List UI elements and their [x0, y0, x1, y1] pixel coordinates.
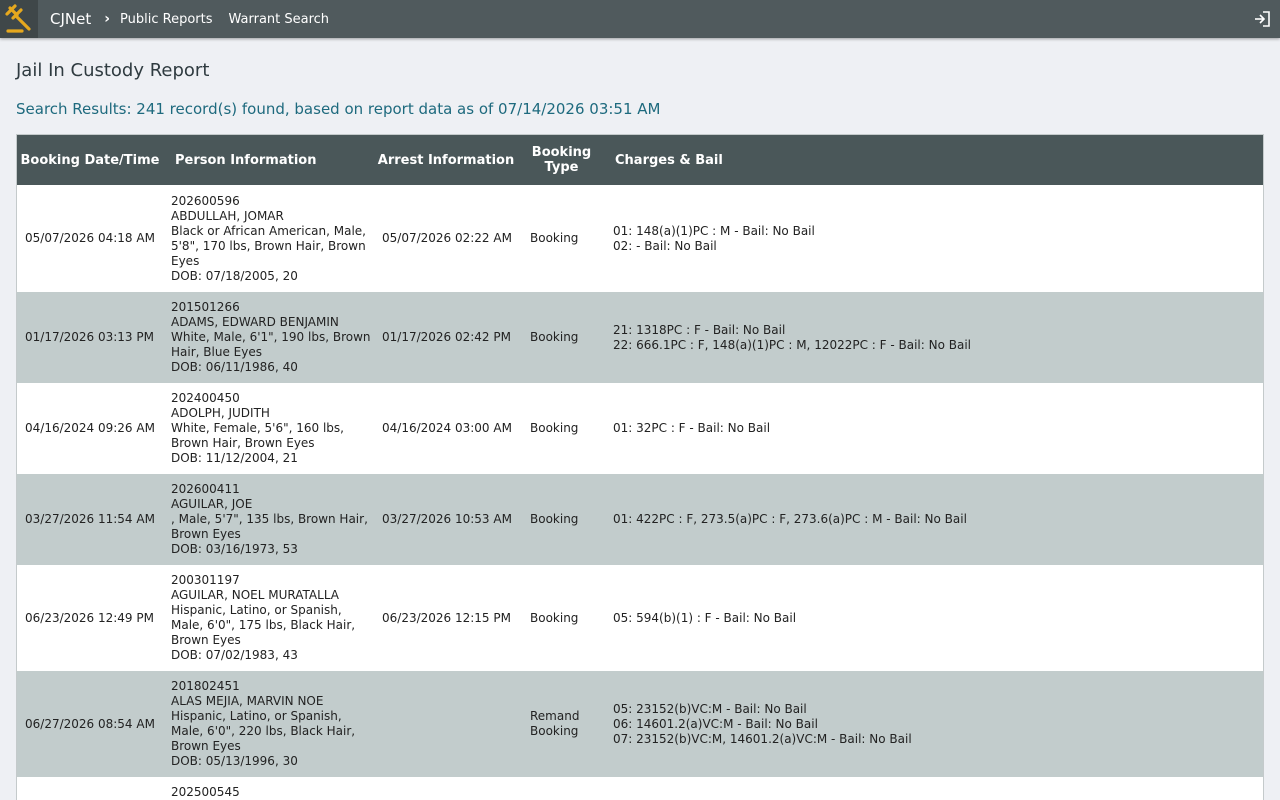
person-information-cell: 201501266 ADAMS, EDWARD BENJAMIN White, Ma…	[163, 292, 374, 383]
charge-line: 02: - Bail: No Bail	[613, 238, 717, 253]
person-dob: DOB: 06/11/1986, 40	[171, 360, 298, 374]
arrest-information-cell: 03/27/2026 10:53 AM	[374, 474, 518, 565]
gavel-logo-icon[interactable]	[0, 0, 38, 38]
person-name: AGUILAR, NOEL MURATALLA	[171, 588, 339, 602]
charges-bail-cell	[605, 777, 1263, 800]
booking-datetime-cell: 01/17/2026 03:13 PM	[17, 292, 163, 383]
table-row[interactable]: 202500545	[17, 777, 1263, 800]
booking-number: 202600411	[171, 482, 240, 496]
person-dob: DOB: 11/12/2004, 21	[171, 451, 298, 465]
person-name: ABDULLAH, JOMAR	[171, 208, 284, 223]
nav-warrant-search[interactable]: Warrant Search	[229, 12, 330, 27]
booking-type-cell: Booking	[518, 565, 605, 671]
custody-report-table-container[interactable]: Booking Date/Time Person Information Arr…	[16, 134, 1264, 800]
charge-line: 01: 422PC : F, 273.5(a)PC : F, 273.6(a)P…	[613, 512, 967, 526]
table-row[interactable]: 06/27/2026 08:54 AM 201802451 ALAS MEJIA, …	[17, 671, 1263, 777]
table-row[interactable]: 05/07/2026 04:18 AM 202600596 ABDULLAH, JO…	[17, 185, 1263, 292]
person-description: White, Female, 5'6", 160 lbs, Brown Hair…	[171, 421, 344, 450]
booking-datetime-cell: 06/27/2026 08:54 AM	[17, 671, 163, 777]
person-name: ADAMS, EDWARD BENJAMIN	[171, 315, 339, 329]
person-name: ALAS MEJIA, MARVIN NOE	[171, 694, 324, 708]
sign-out-icon[interactable]	[1252, 9, 1272, 29]
person-description: Black or African American, Male, 5'8", 1…	[171, 223, 366, 268]
person-information-cell: 202600596 ABDULLAH, JOMAR Black or African…	[163, 185, 374, 292]
table-header-row: Booking Date/Time Person Information Arr…	[17, 135, 1263, 185]
charges-bail-cell: 01: 148(a)(1)PC : M - Bail: No Bail 02: -…	[605, 185, 1263, 292]
booking-type-cell: Remand Booking	[518, 671, 605, 777]
charges-bail-cell: 01: 32PC : F - Bail: No Bail	[605, 383, 1263, 474]
person-information-cell: 200301197 AGUILAR, NOEL MURATALLA Hispanic…	[163, 565, 374, 671]
booking-type-cell: Booking	[518, 185, 605, 292]
booking-number: 201802451	[171, 679, 240, 693]
person-dob: DOB: 05/13/1996, 30	[171, 754, 298, 768]
top-nav-bar: CJNet › Public Reports Warrant Search	[0, 0, 1280, 38]
person-information-cell: 201802451 ALAS MEJIA, MARVIN NOE Hispanic,…	[163, 671, 374, 777]
charge-line: 21: 1318PC : F - Bail: No Bail	[613, 322, 786, 337]
booking-type-cell	[518, 777, 605, 800]
nav-public-reports[interactable]: Public Reports	[120, 12, 212, 27]
booking-type-cell: Booking	[518, 383, 605, 474]
booking-type-cell: Booking	[518, 474, 605, 565]
breadcrumb-chevron-icon: ›	[104, 11, 111, 27]
booking-datetime-cell: 05/07/2026 04:18 AM	[17, 185, 163, 292]
charges-bail-cell: 21: 1318PC : F - Bail: No Bail 22: 666.1P…	[605, 292, 1263, 383]
table-row[interactable]: 01/17/2026 03:13 PM 201501266 ADAMS, EDWAR…	[17, 292, 1263, 383]
charge-line: 22: 666.1PC : F, 148(a)(1)PC : M, 12022P…	[613, 337, 972, 352]
charges-bail-cell: 05: 23152(b)VC:M - Bail: No Bail 06: 1460…	[605, 671, 1263, 777]
person-name: ADOLPH, JUDITH	[171, 406, 270, 420]
page-title: Jail In Custody Report	[16, 60, 210, 81]
arrest-information-cell: 04/16/2024 03:00 AM	[374, 383, 518, 474]
booking-number: 201501266	[171, 300, 240, 314]
person-description: Hispanic, Latino, or Spanish, Male, 6'0"…	[171, 709, 356, 753]
booking-number: 202600596	[171, 193, 240, 208]
table-row[interactable]: 03/27/2026 11:54 AM 202600411 AGUILAR, JOE…	[17, 474, 1263, 565]
person-description: White, Male, 6'1", 190 lbs, Brown Hair, …	[171, 330, 371, 359]
booking-datetime-cell: 03/27/2026 11:54 AM	[17, 474, 163, 565]
charge-line: 05: 594(b)(1) : F - Bail: No Bail	[613, 610, 797, 625]
person-dob: DOB: 07/02/1983, 43	[171, 648, 298, 662]
booking-type-cell: Booking	[518, 292, 605, 383]
person-description: , Male, 5'7", 135 lbs, Brown Hair, Brown…	[171, 512, 368, 541]
charge-line: 01: 32PC : F - Bail: No Bail	[613, 421, 771, 435]
col-header-booking-datetime[interactable]: Booking Date/Time	[17, 135, 163, 185]
col-header-arrest-information[interactable]: Arrest Information	[374, 135, 518, 185]
charge-line: 01: 148(a)(1)PC : M - Bail: No Bail	[613, 223, 815, 238]
charges-bail-cell: 01: 422PC : F, 273.5(a)PC : F, 273.6(a)P…	[605, 474, 1263, 565]
arrest-information-cell: 01/17/2026 02:42 PM	[374, 292, 518, 383]
col-header-charges-bail[interactable]: Charges & Bail	[605, 135, 1263, 185]
person-dob: DOB: 03/16/1973, 53	[171, 542, 298, 556]
person-information-cell: 202600411 AGUILAR, JOE, Male, 5'7", 135 l…	[163, 474, 374, 565]
person-information-cell: 202400450 ADOLPH, JUDITH White, Female, 5'…	[163, 383, 374, 474]
charges-bail-cell: 05: 594(b)(1) : F - Bail: No Bail	[605, 565, 1263, 671]
arrest-information-cell	[374, 777, 518, 800]
table-row[interactable]: 06/23/2026 12:49 PM 200301197 AGUILAR, NOE…	[17, 565, 1263, 671]
charge-line: 06: 14601.2(a)VC:M - Bail: No Bail	[613, 716, 818, 731]
booking-datetime-cell	[17, 777, 163, 800]
charge-line: 05: 23152(b)VC:M - Bail: No Bail	[613, 701, 807, 716]
booking-number: 202400450	[171, 391, 240, 405]
brand-link[interactable]: CJNet	[50, 10, 91, 28]
search-results-summary: Search Results: 241 record(s) found, bas…	[16, 100, 661, 118]
custody-report-table: Booking Date/Time Person Information Arr…	[17, 135, 1263, 800]
col-header-person-information[interactable]: Person Information	[163, 135, 374, 185]
booking-datetime-cell: 06/23/2026 12:49 PM	[17, 565, 163, 671]
arrest-information-cell: 06/23/2026 12:15 PM	[374, 565, 518, 671]
person-description: Hispanic, Latino, or Spanish, Male, 6'0"…	[171, 603, 356, 647]
booking-datetime-cell: 04/16/2024 09:26 AM	[17, 383, 163, 474]
arrest-information-cell: 05/07/2026 02:22 AM	[374, 185, 518, 292]
booking-number: 200301197	[171, 573, 240, 587]
person-dob: DOB: 07/18/2005, 20	[171, 268, 298, 283]
charge-line: 07: 23152(b)VC:M, 14601.2(a)VC:M - Bail:…	[613, 731, 912, 746]
table-row[interactable]: 04/16/2024 09:26 AM 202400450 ADOLPH, JUDI…	[17, 383, 1263, 474]
person-information-cell: 202500545	[163, 777, 374, 800]
booking-number: 202500545	[171, 785, 240, 799]
arrest-information-cell	[374, 671, 518, 777]
col-header-booking-type[interactable]: Booking Type	[518, 135, 605, 185]
person-name: AGUILAR, JOE	[171, 497, 253, 511]
